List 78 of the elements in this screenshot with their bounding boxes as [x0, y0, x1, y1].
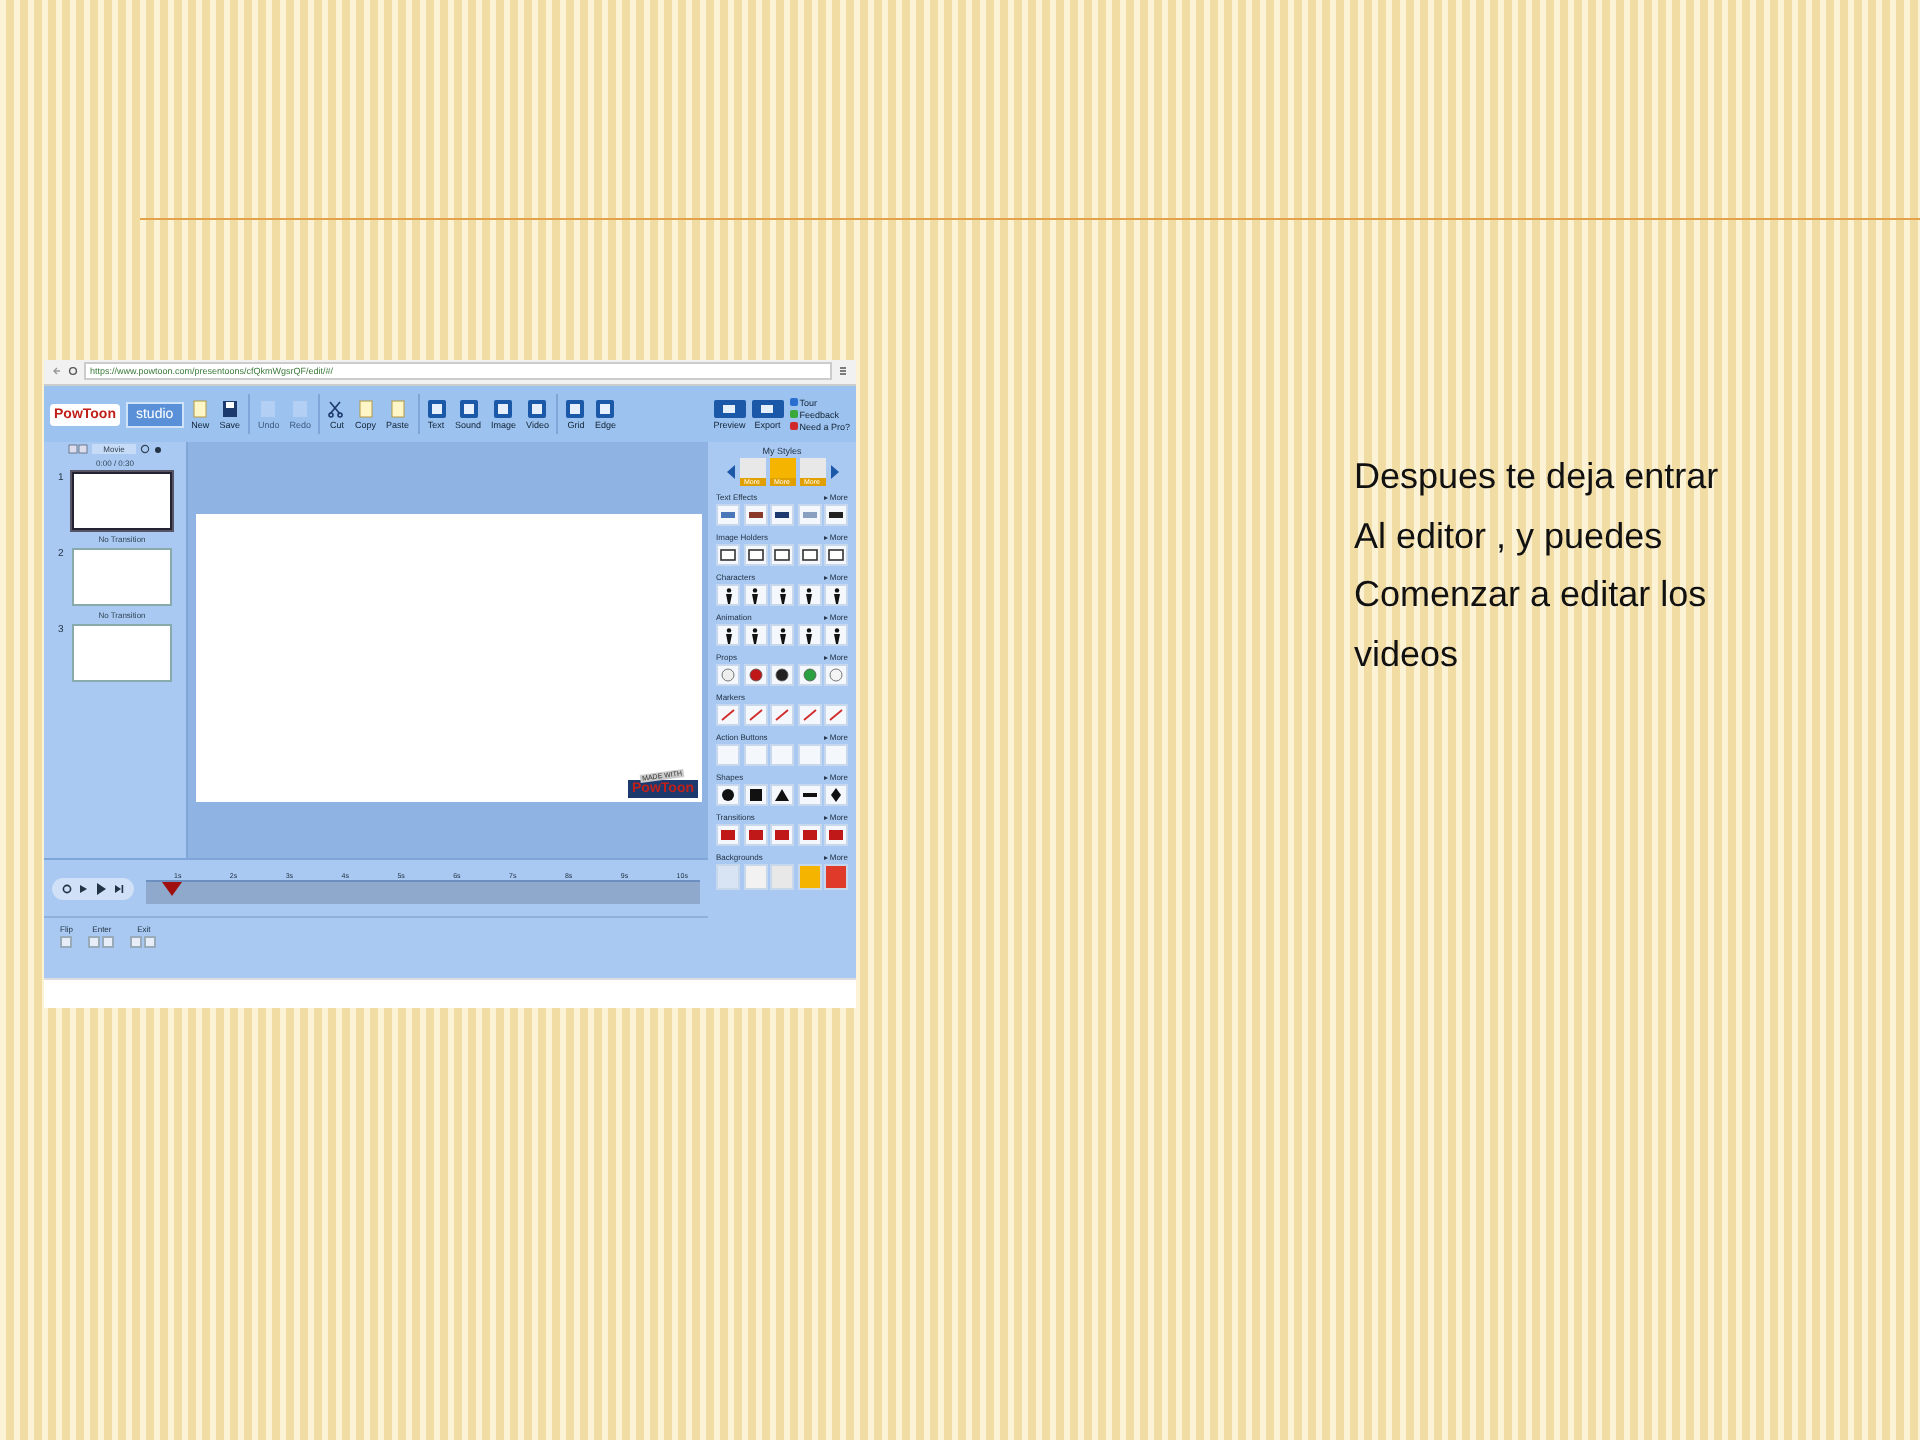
person-icon [723, 587, 733, 604]
asset-tile[interactable] [824, 664, 848, 687]
person-icon [750, 627, 760, 644]
person-icon [777, 587, 787, 604]
asset-tile[interactable] [743, 624, 767, 647]
asset-tile[interactable] [770, 824, 794, 847]
asset-tile[interactable] [770, 584, 794, 607]
timeline-track[interactable] [146, 882, 700, 905]
asset-tile[interactable] [824, 744, 848, 767]
person-icon [723, 627, 733, 644]
asset-tile[interactable] [770, 504, 794, 527]
asset-tile[interactable] [743, 544, 767, 567]
asset-tile[interactable] [824, 544, 848, 567]
asset-tile[interactable] [824, 624, 848, 647]
asset-tile[interactable] [716, 744, 740, 767]
page-icon [192, 399, 209, 418]
background-swatch[interactable] [743, 864, 767, 891]
asset-tile[interactable] [797, 664, 821, 687]
asset-tile[interactable] [716, 664, 740, 687]
asset-tile[interactable] [797, 504, 821, 527]
asset-tile[interactable] [824, 784, 848, 807]
left-arrow-icon[interactable] [725, 464, 735, 481]
asset-tile[interactable] [797, 784, 821, 807]
menu-icon[interactable] [838, 366, 848, 377]
asset-tile[interactable] [716, 504, 740, 527]
asset-tile[interactable] [716, 544, 740, 567]
asset-tile[interactable] [770, 664, 794, 687]
scissors-icon [328, 399, 345, 418]
screen-icon [760, 403, 775, 414]
skip-end-button[interactable] [114, 883, 124, 894]
asset-tile[interactable] [716, 704, 740, 727]
asset-tile[interactable] [824, 824, 848, 847]
play-button[interactable] [94, 881, 108, 896]
person-icon [804, 587, 814, 604]
asset-tile[interactable] [797, 624, 821, 647]
play-button[interactable] [78, 883, 88, 894]
asset-tile[interactable] [743, 504, 767, 527]
skip-end-icon [114, 883, 124, 894]
background-swatch[interactable] [716, 864, 740, 891]
slide-thumbnail[interactable] [72, 472, 172, 531]
asset-tile[interactable] [797, 544, 821, 567]
asset-tile[interactable] [770, 744, 794, 767]
asset-tile[interactable] [743, 584, 767, 607]
playhead-marker[interactable] [162, 882, 183, 897]
slide-text: Despues te deja entrar Al editor , y puedes Comenzar a editar los videos [1354, 454, 1719, 677]
asset-tile[interactable] [743, 744, 767, 767]
asset-tile[interactable] [743, 824, 767, 847]
slide-thumbnail[interactable] [72, 624, 172, 683]
person-icon [777, 627, 787, 644]
asset-tile[interactable] [743, 784, 767, 807]
right-arrow-icon[interactable] [829, 464, 839, 481]
person-icon [750, 587, 760, 604]
asset-tile[interactable] [716, 784, 740, 807]
person-icon [831, 627, 841, 644]
background-swatch[interactable] [770, 864, 794, 891]
screen-icon [722, 403, 737, 414]
asset-tile[interactable] [824, 504, 848, 527]
asset-tile[interactable] [716, 584, 740, 607]
background-swatch[interactable] [824, 864, 848, 891]
asset-tile[interactable] [716, 824, 740, 847]
asset-tile[interactable] [797, 704, 821, 727]
asset-tile[interactable] [797, 744, 821, 767]
reload-icon[interactable] [68, 366, 78, 377]
asset-tile[interactable] [716, 624, 740, 647]
asset-tile[interactable] [797, 824, 821, 847]
asset-tile[interactable] [770, 704, 794, 727]
asset-tile[interactable] [770, 544, 794, 567]
asset-tile[interactable] [824, 704, 848, 727]
slide-thumbnail[interactable] [72, 548, 172, 607]
asset-tile[interactable] [743, 664, 767, 687]
asset-tile[interactable] [797, 584, 821, 607]
asset-tile[interactable] [770, 624, 794, 647]
person-icon [831, 587, 841, 604]
asset-tile[interactable] [824, 584, 848, 607]
asset-tile[interactable] [770, 784, 794, 807]
person-icon [804, 627, 814, 644]
background-swatch[interactable] [797, 864, 821, 891]
asset-tile[interactable] [743, 704, 767, 727]
